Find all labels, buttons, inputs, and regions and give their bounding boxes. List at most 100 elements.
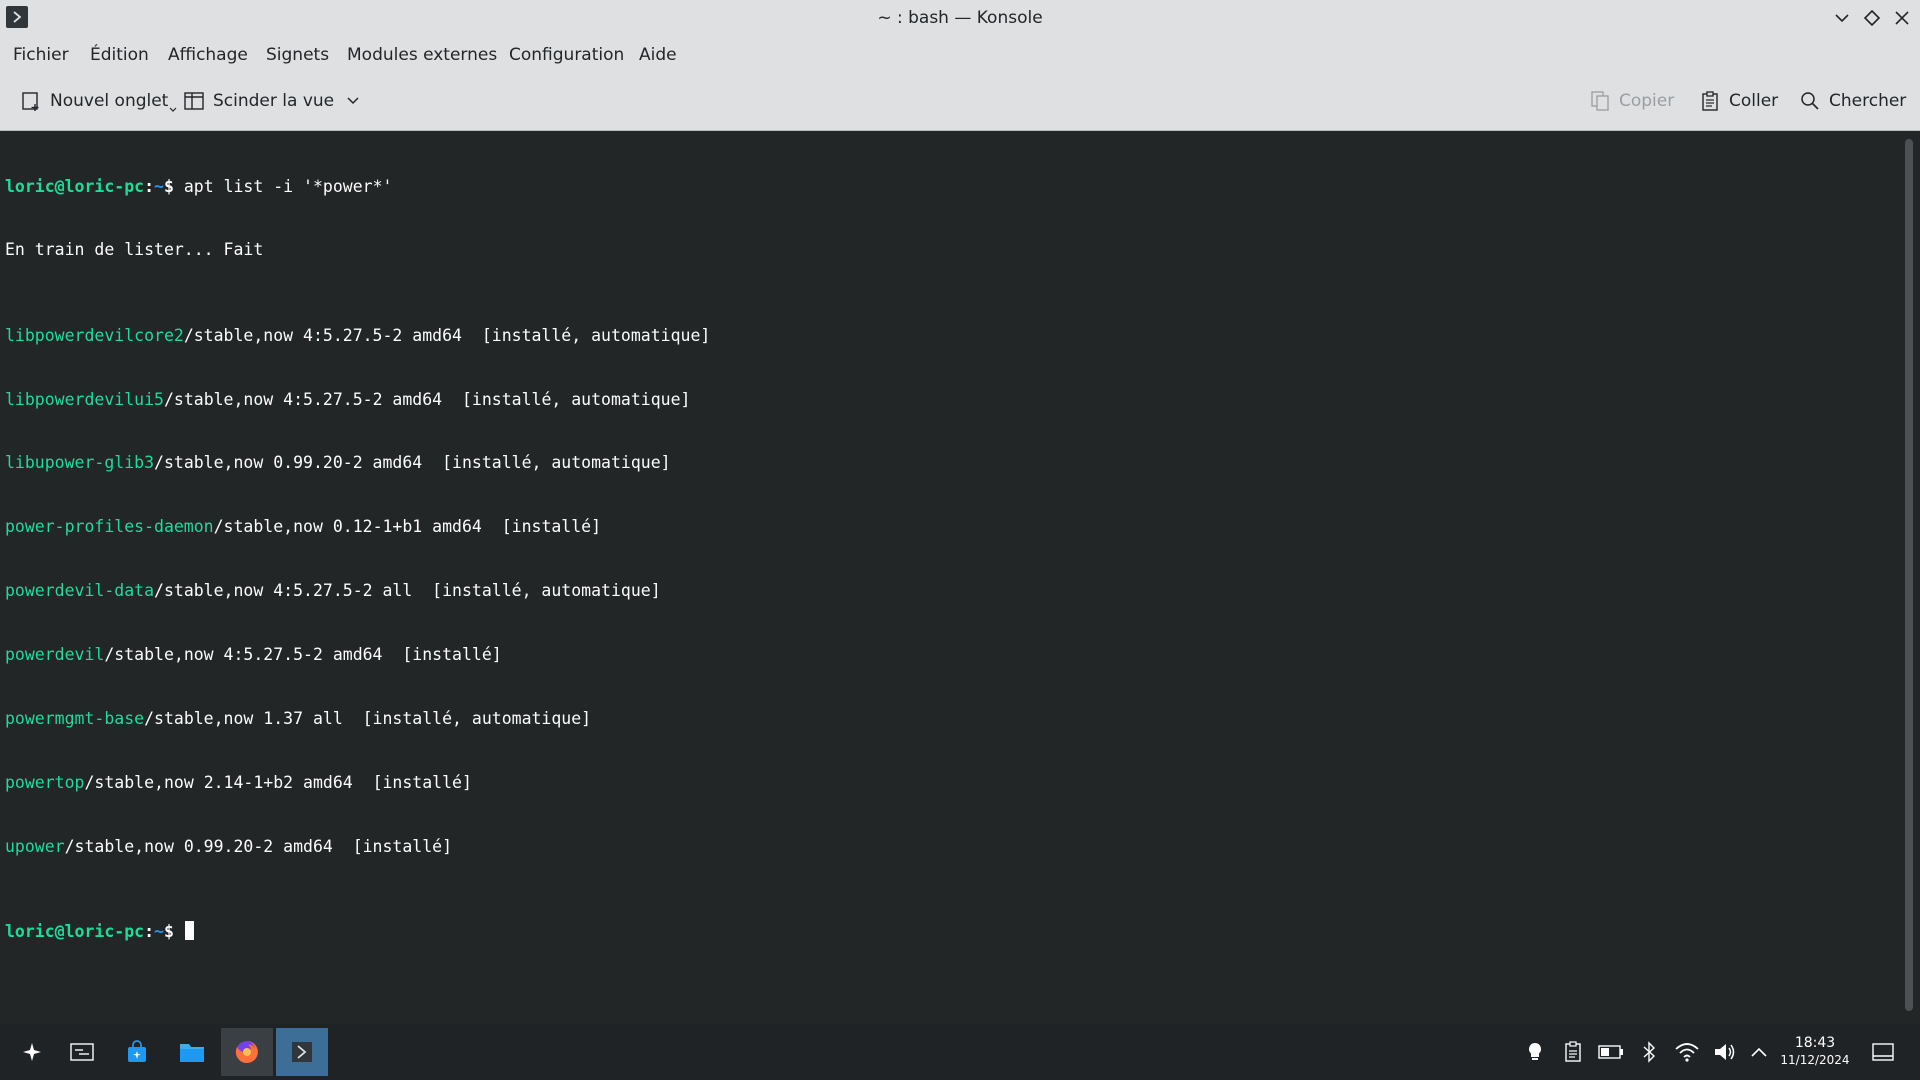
minimize-button[interactable] [1832, 8, 1852, 28]
file-manager-button[interactable] [166, 1028, 218, 1076]
package-line: powermgmt-base/stable,now 1.37 all [inst… [5, 708, 1890, 729]
new-tab-button[interactable]: Nouvel onglet [20, 82, 177, 120]
chevron-down-icon [1835, 14, 1849, 23]
terminal-scrollbar[interactable] [1905, 139, 1913, 1011]
package-name: libpowerdevilcore2 [5, 325, 184, 345]
application-launcher-button[interactable] [6, 1028, 58, 1076]
firefox-task-button[interactable] [221, 1028, 273, 1076]
menu-item-configuration[interactable]: Configuration [509, 36, 624, 74]
package-details: /stable,now 4:5.27.5-2 amd64 [installé, … [163, 389, 691, 409]
package-name: upower [5, 836, 65, 856]
show-desktop-icon [1872, 1043, 1894, 1061]
folder-icon [180, 1044, 204, 1062]
package-details: /stable,now 0.12-1+b1 amd64 [installé] [213, 517, 602, 537]
show-desktop-button[interactable] [1868, 1036, 1898, 1068]
battery-icon [1598, 1045, 1623, 1059]
paste-button[interactable]: Coller [1699, 82, 1778, 120]
taskbar [0, 1024, 1920, 1080]
menu-item-signets[interactable]: Signets [266, 36, 329, 74]
command-text: apt list -i '*power*' [183, 176, 393, 196]
new-tab-label: Nouvel onglet [50, 91, 169, 111]
split-view-button[interactable]: Scinder la vue [183, 82, 368, 120]
package-details: /stable,now 2.14-1+b2 amd64 [installé] [84, 772, 472, 792]
tray-clipboard[interactable] [1559, 1036, 1587, 1068]
command-line: loric@loric-pc:~$ apt list -i '*power*' [5, 176, 1890, 197]
prompt-symbol: $ [163, 176, 184, 196]
menu-item-modules-externes[interactable]: Modules externes [347, 36, 497, 74]
clipboard-icon [1565, 1041, 1581, 1062]
active-prompt-line: loric@loric-pc:~$ [5, 920, 1890, 942]
package-line: power-profiles-daemon/stable,now 0.12-1+… [5, 516, 1890, 537]
package-details: /stable,now 4:5.27.5-2 amd64 [installé, … [183, 325, 711, 345]
copy-icon [1591, 91, 1609, 111]
package-name: power-profiles-daemon [5, 517, 214, 537]
copy-label: Copier [1619, 91, 1675, 111]
close-icon [1895, 11, 1909, 25]
status-line: En train de lister... Fait [5, 240, 264, 260]
prompt-path: ~ [154, 921, 164, 941]
chevron-down-icon[interactable] [346, 96, 360, 106]
paste-label: Coller [1729, 91, 1779, 111]
package-details: /stable,now 0.99.20-2 amd64 [installé] [64, 836, 453, 856]
speaker-icon [1715, 1044, 1735, 1060]
split-view-label: Scinder la vue [213, 91, 335, 111]
menu-bar: Fichier Édition Affichage Signets Module… [0, 36, 1920, 74]
prompt-separator: : [144, 921, 155, 941]
find-label: Chercher [1829, 91, 1907, 111]
tray-notifications[interactable] [1521, 1036, 1549, 1068]
package-name: powerdevil-data [5, 581, 155, 601]
tray-network[interactable] [1673, 1036, 1701, 1068]
package-name: powerdevil [5, 645, 105, 665]
terminal-output: loric@loric-pc:~$ apt list -i '*power*' … [5, 133, 1890, 985]
konsole-task-button[interactable] [276, 1028, 328, 1076]
maximize-button[interactable] [1862, 8, 1882, 28]
find-button[interactable]: Chercher [1799, 82, 1906, 120]
clock-time[interactable]: 18:43 [1778, 1035, 1852, 1051]
menu-item-edition[interactable]: Édition [90, 36, 149, 74]
virtual-desktops-icon [70, 1043, 94, 1061]
package-line: libpowerdevilui5/stable,now 4:5.27.5-2 a… [5, 389, 1890, 410]
pager-button[interactable] [56, 1028, 108, 1076]
package-line: powerdevil/stable,now 4:5.27.5-2 amd64 [… [5, 644, 1890, 665]
prompt-path: ~ [154, 176, 164, 196]
clock-date[interactable]: 11/12/2024 [1778, 1053, 1852, 1067]
package-details: /stable,now 0.99.20-2 amd64 [installé, a… [154, 453, 671, 473]
tray-battery[interactable] [1597, 1036, 1625, 1068]
menu-item-fichier[interactable]: Fichier [13, 36, 69, 74]
menu-item-affichage[interactable]: Affichage [168, 36, 248, 74]
text-cursor [184, 920, 194, 940]
package-details: /stable,now 4:5.27.5-2 all [installé, au… [154, 581, 661, 601]
tray-volume[interactable] [1711, 1036, 1739, 1068]
discover-store-button[interactable] [111, 1028, 163, 1076]
window-title: ~ : bash — Konsole [877, 8, 1043, 28]
menu-item-aide[interactable]: Aide [639, 36, 677, 74]
tray-bluetooth[interactable] [1635, 1036, 1663, 1068]
shopping-bag-icon [128, 1040, 146, 1062]
new-tab-icon [22, 92, 39, 111]
package-line: powerdevil-data/stable,now 4:5.27.5-2 al… [5, 580, 1890, 601]
prompt-separator: : [144, 176, 155, 196]
lightbulb-icon [1528, 1042, 1542, 1060]
package-name: powertop [5, 772, 85, 792]
diamond-icon [1863, 9, 1881, 27]
close-button[interactable] [1892, 8, 1912, 28]
prompt-symbol: $ [163, 921, 184, 941]
terminal-view[interactable]: loric@loric-pc:~$ apt list -i '*power*' … [0, 131, 1920, 1024]
package-line: libpowerdevilcore2/stable,now 4:5.27.5-2… [5, 325, 1890, 346]
split-view-icon [184, 92, 204, 110]
search-icon [1801, 92, 1819, 110]
tray-expand[interactable] [1745, 1036, 1773, 1068]
package-line: libupower-glib3/stable,now 0.99.20-2 amd… [5, 452, 1890, 473]
bluetooth-icon [1643, 1041, 1656, 1063]
package-details: /stable,now 1.37 all [installé, automati… [144, 709, 592, 729]
copy-button[interactable]: Copier [1589, 82, 1674, 120]
chevron-up-icon [1751, 1047, 1767, 1057]
terminal-icon [292, 1042, 312, 1062]
prompt-user: loric@loric-pc [5, 176, 145, 196]
package-name: powermgmt-base [5, 709, 145, 729]
package-line: powertop/stable,now 2.14-1+b2 amd64 [ins… [5, 772, 1890, 793]
launcher-icon [23, 1043, 41, 1061]
prompt-user: loric@loric-pc [5, 921, 145, 941]
package-name: libupower-glib3 [5, 453, 155, 473]
package-line: upower/stable,now 0.99.20-2 amd64 [insta… [5, 836, 1890, 857]
